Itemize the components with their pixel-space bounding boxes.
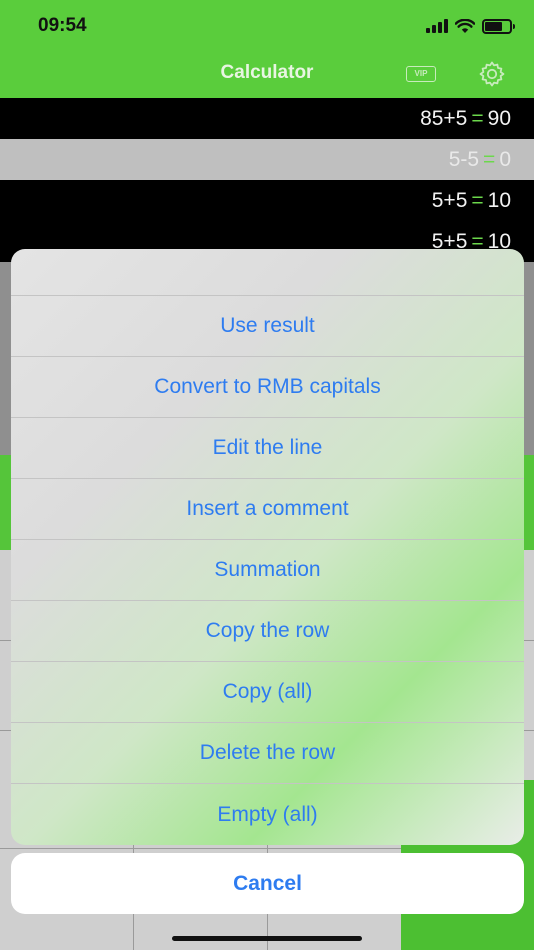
history-row[interactable]: 85+5 = 90 (0, 98, 534, 139)
action-sheet: Use result Convert to RMB capitals Edit … (11, 249, 524, 845)
gear-icon[interactable] (478, 60, 506, 88)
battery-icon (482, 18, 515, 34)
history-result: 0 (499, 148, 511, 171)
cellular-signal-icon (426, 19, 448, 33)
cancel-button[interactable]: Cancel (11, 853, 524, 914)
status-time: 09:54 (38, 15, 87, 36)
history-expression: 5-5 (448, 148, 480, 171)
top-bar: 09:54 Calculator VIP (0, 0, 534, 98)
history-row-selected[interactable]: 5-5 = 0 (0, 139, 534, 180)
history-list: 85+5 = 90 5-5 = 0 5+5 = 10 5+5 = 10 (0, 98, 534, 262)
summation-button[interactable]: Summation (11, 540, 524, 601)
history-row[interactable]: 5+5 = 10 (0, 180, 534, 221)
nav-title: Calculator (220, 62, 314, 83)
delete-row-button[interactable]: Delete the row (11, 723, 524, 784)
history-result: 90 (487, 107, 511, 130)
history-equals: = (471, 189, 484, 212)
status-icons (426, 16, 515, 36)
action-sheet-header (11, 249, 524, 296)
history-equals: = (471, 107, 484, 130)
copy-all-button[interactable]: Copy (all) (11, 662, 524, 723)
history-result: 10 (487, 189, 511, 212)
convert-rmb-capitals-button[interactable]: Convert to RMB capitals (11, 357, 524, 418)
empty-all-button[interactable]: Empty (all) (11, 784, 524, 845)
copy-row-button[interactable]: Copy the row (11, 601, 524, 662)
home-indicator (172, 936, 362, 941)
vip-badge-button[interactable]: VIP (406, 66, 436, 82)
insert-comment-button[interactable]: Insert a comment (11, 479, 524, 540)
history-equals: = (483, 148, 496, 171)
history-expression: 5+5 (431, 189, 468, 212)
use-result-button[interactable]: Use result (11, 296, 524, 357)
history-expression: 85+5 (420, 107, 468, 130)
wifi-icon (455, 18, 475, 33)
edit-line-button[interactable]: Edit the line (11, 418, 524, 479)
